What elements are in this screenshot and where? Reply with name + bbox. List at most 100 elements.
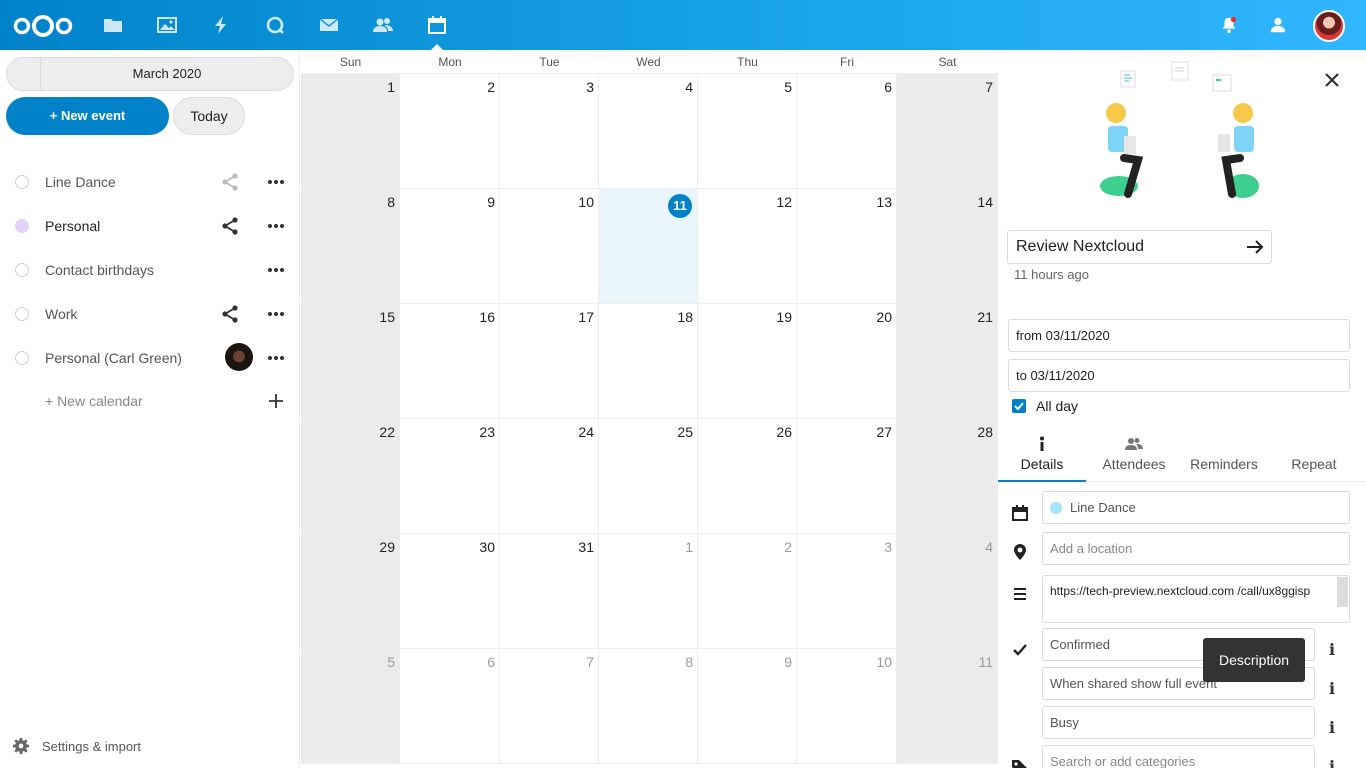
day-number[interactable]: 28 [977,424,993,440]
user-avatar[interactable] [1313,10,1345,42]
day-number[interactable]: 27 [876,424,892,440]
day-cell[interactable]: 6 [797,74,897,189]
share-icon[interactable] [220,216,240,236]
day-cell[interactable]: 1 [301,74,400,189]
day-number[interactable]: 9 [784,654,792,670]
notifications-icon[interactable] [1217,13,1241,37]
previous-month-button[interactable] [7,58,41,90]
day-cell[interactable]: 19 [698,304,797,419]
day-cell[interactable]: 8 [599,649,698,764]
day-cell[interactable]: 21 [897,304,998,419]
day-number[interactable]: 21 [977,309,993,325]
day-cell[interactable]: 3 [797,534,897,649]
day-cell[interactable]: 18 [599,304,698,419]
day-number[interactable]: 15 [379,309,395,325]
files-icon[interactable] [101,13,125,37]
day-number[interactable]: 19 [776,309,792,325]
photos-icon[interactable] [155,13,179,37]
day-cell[interactable]: 6 [400,649,500,764]
day-cell[interactable]: 15 [301,304,400,419]
categories-input[interactable]: Search or add categories [1042,745,1315,768]
share-icon[interactable] [220,172,240,192]
description-textarea[interactable]: https://tech-preview.nextcloud.com /call… [1042,575,1350,623]
day-number[interactable]: 30 [479,539,495,555]
day-number[interactable]: 10 [578,194,594,210]
description-scrollbar[interactable] [1337,577,1348,607]
day-cell[interactable]: 31 [500,534,599,649]
day-cell[interactable]: 27 [797,419,897,534]
close-icon[interactable] [1320,68,1344,92]
plus-icon[interactable] [266,391,286,411]
more-icon[interactable] [266,260,286,280]
day-cell[interactable]: 30 [400,534,500,649]
calendar-item-personal[interactable]: Personal [0,204,300,248]
day-number[interactable]: 29 [379,539,395,555]
calendar-item-personal-carl-green[interactable]: Personal (Carl Green) [0,336,300,380]
day-cell[interactable]: 2 [400,74,500,189]
nextcloud-logo[interactable] [12,14,74,38]
day-number[interactable]: 16 [479,309,495,325]
day-number[interactable]: 2 [487,79,495,95]
day-number[interactable]: 25 [677,424,693,440]
day-cell[interactable]: 9 [400,189,500,304]
tab-repeat[interactable]: Repeat [1274,430,1354,482]
day-cell[interactable]: 7 [897,74,998,189]
day-cell[interactable]: 3 [500,74,599,189]
day-cell[interactable]: 22 [301,419,400,534]
day-number[interactable]: 5 [784,79,792,95]
day-number[interactable]: 31 [578,539,594,555]
mail-icon[interactable] [317,13,341,37]
day-cell[interactable]: 24 [500,419,599,534]
day-number[interactable]: 11 [978,654,993,670]
calendar-icon[interactable] [425,13,449,37]
day-number[interactable]: 18 [677,309,693,325]
share-icon[interactable] [220,304,240,324]
contacts-icon[interactable] [371,13,395,37]
day-cell[interactable]: 13 [797,189,897,304]
availability-select[interactable]: Busy [1042,706,1315,739]
to-date-input[interactable]: to 03/11/2020 [1008,359,1350,392]
day-number[interactable]: 6 [884,79,892,95]
day-number[interactable]: 7 [586,654,594,670]
day-number[interactable]: 8 [387,194,395,210]
info-icon[interactable]: i [1324,718,1340,738]
event-title-input[interactable]: Review Nextcloud [1007,230,1272,264]
day-number[interactable]: 22 [379,424,395,440]
calendar-toggle[interactable] [15,175,29,189]
day-number[interactable]: 13 [876,194,892,210]
tab-details[interactable]: Details [998,430,1086,482]
tab-attendees[interactable]: Attendees [1090,430,1178,482]
day-number[interactable]: 23 [479,424,495,440]
day-cell[interactable]: 28 [897,419,998,534]
day-number[interactable]: 26 [776,424,792,440]
day-cell[interactable]: 1 [599,534,698,649]
more-icon[interactable] [266,216,286,236]
more-icon[interactable] [266,304,286,324]
today-button[interactable]: Today [173,97,245,135]
day-number[interactable]: 3 [586,79,594,95]
day-cell[interactable]: 11 [897,649,998,764]
calendar-item-contact-birthdays[interactable]: Contact birthdays [0,248,300,292]
day-number[interactable]: 9 [487,194,495,210]
calendar-toggle[interactable] [15,219,29,233]
day-cell[interactable]: 4 [897,534,998,649]
day-number[interactable]: 3 [884,539,892,555]
settings-import-button[interactable]: Settings & import [12,736,141,756]
day-cell[interactable]: 10 [797,649,897,764]
activity-icon[interactable] [209,13,233,37]
tab-reminders[interactable]: Reminders [1182,430,1266,482]
arrow-right-icon[interactable] [1245,237,1265,257]
day-cell[interactable]: 11 [599,189,698,304]
talk-icon[interactable] [263,13,287,37]
day-cell[interactable]: 4 [599,74,698,189]
location-input[interactable]: Add a location [1042,532,1350,565]
day-cell[interactable]: 7 [500,649,599,764]
day-number[interactable]: 17 [578,309,594,325]
day-number[interactable]: 2 [784,539,792,555]
day-number[interactable]: 24 [578,424,594,440]
day-number[interactable]: 5 [387,654,395,670]
info-icon[interactable]: i [1324,679,1340,699]
day-cell[interactable]: 26 [698,419,797,534]
day-cell[interactable]: 5 [301,649,400,764]
from-date-input[interactable]: from 03/11/2020 [1008,319,1350,352]
